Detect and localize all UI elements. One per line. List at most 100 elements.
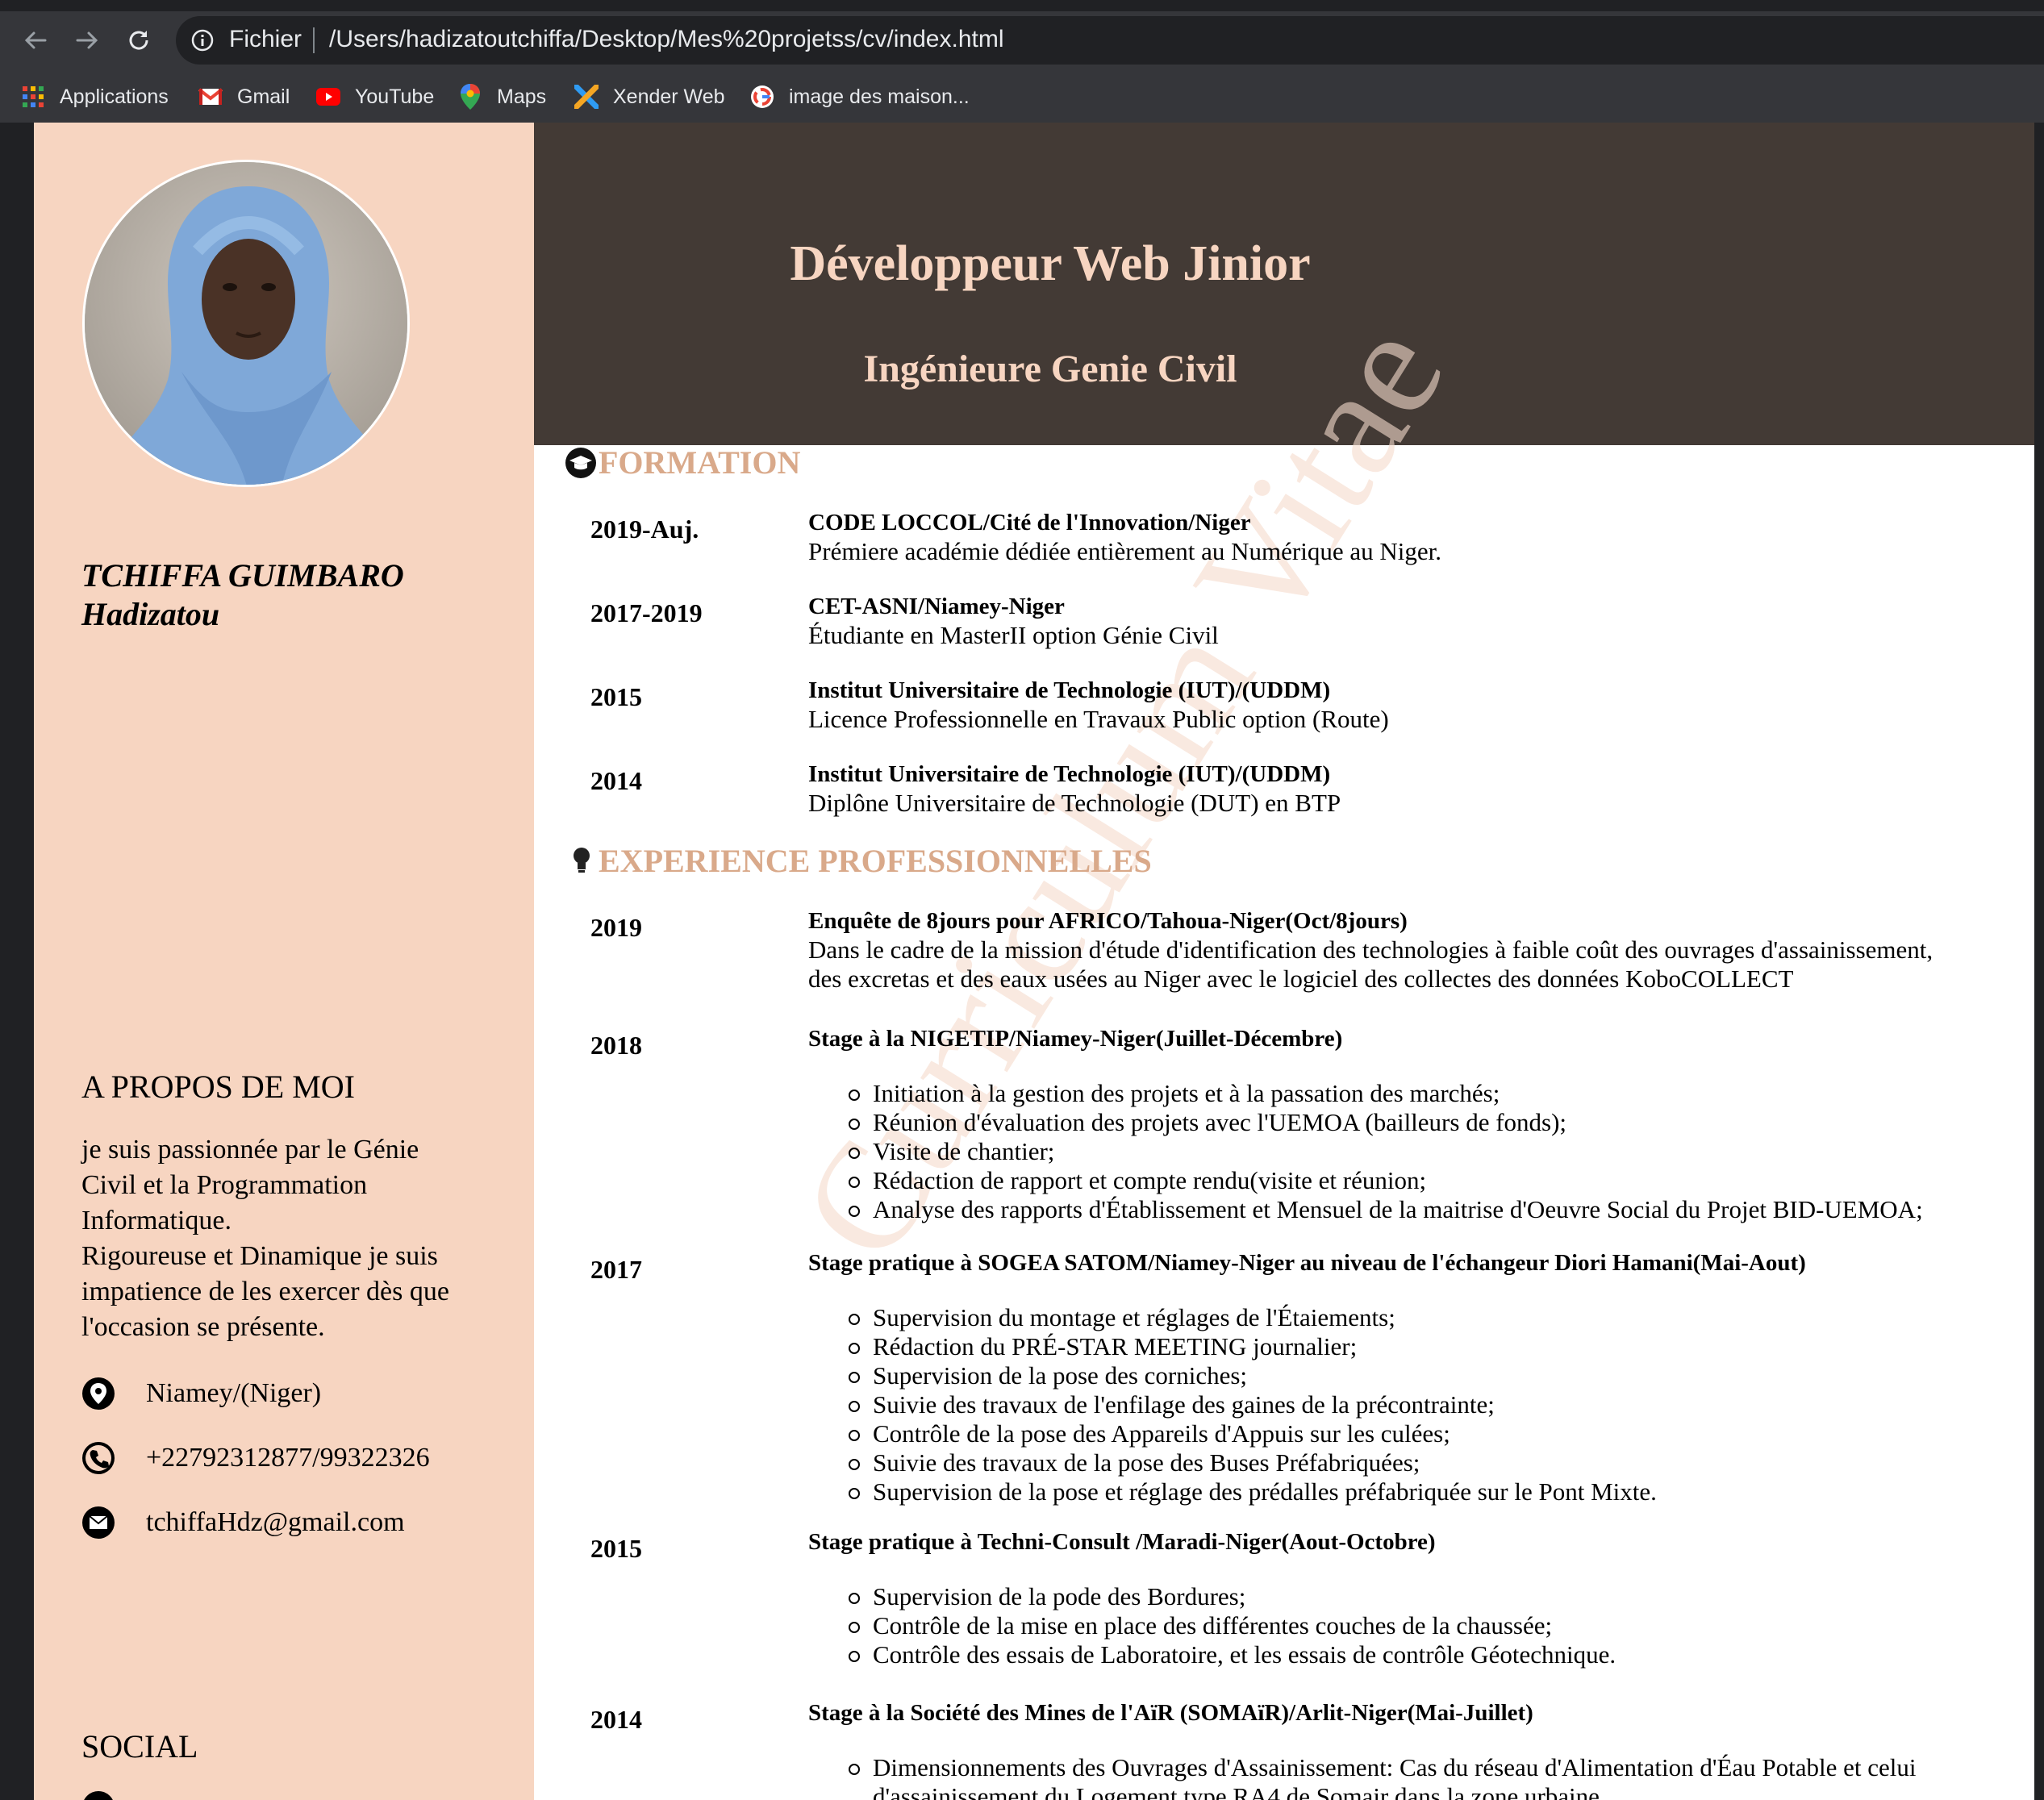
entry-year: 2015 xyxy=(590,682,642,711)
tab-strip-edge xyxy=(0,0,2044,11)
entry-head: Institut Universitaire de Technologie (I… xyxy=(808,677,1331,703)
task-list: Supervision du montage et réglages de l'… xyxy=(849,1303,2026,1506)
browser-chrome: Fichier /Users/hadizatoutchiffa/Desktop/… xyxy=(0,0,2044,123)
entry-year: 2015 xyxy=(590,1534,642,1563)
address-bar[interactable]: Fichier /Users/hadizatoutchiffa/Desktop/… xyxy=(176,16,2044,65)
bookmark-applications[interactable]: Applications xyxy=(21,81,169,113)
back-button[interactable] xyxy=(16,21,55,60)
entry-body: Stage à la Société des Mines de l'AïR (S… xyxy=(808,1698,2026,1800)
contact-phone-text: +22792312877/99322326 xyxy=(146,1443,430,1473)
list-item: Contrôle des essais de Laboratoire, et l… xyxy=(849,1640,2026,1669)
entry-head: Enquête de 8jours pour AFRICO/Tahoua-Nig… xyxy=(808,908,1408,934)
info-icon[interactable] xyxy=(190,28,215,52)
location-pin-icon xyxy=(82,1377,115,1410)
about-line: Informatique. xyxy=(81,1206,232,1235)
list-item: Suivie des travaux de l'enfilage des gai… xyxy=(849,1390,2026,1419)
bookmark-label: Xender Web xyxy=(613,85,725,108)
phone-icon xyxy=(82,1442,115,1474)
entry-body: Stage à la NIGETIP/Niamey-Niger(Juillet-… xyxy=(808,1024,2026,1224)
list-item: Supervision du montage et réglages de l'… xyxy=(849,1303,2026,1332)
entry-head: CODE LOCCOL/Cité de l'Innovation/Niger xyxy=(808,510,1251,535)
entry-body: Stage pratique à Techni-Consult /Maradi-… xyxy=(808,1527,2026,1669)
list-item: Dimensionnements des Ouvrages d'Assainis… xyxy=(849,1753,2026,1800)
list-item: Supervision de la pose et réglage des pr… xyxy=(849,1477,2026,1506)
list-item: Supervision de la pode des Bordures; xyxy=(849,1582,2026,1611)
list-item: Supervision de la pose des corniches; xyxy=(849,1361,2026,1390)
task-list: Dimensionnements des Ouvrages d'Assainis… xyxy=(849,1753,2026,1800)
social-icon[interactable] xyxy=(81,1790,115,1800)
envelope-icon xyxy=(82,1506,115,1539)
profile-photo xyxy=(85,162,407,485)
candidate-name-line2: Hadizatou xyxy=(81,596,220,632)
list-item: Visite de chantier; xyxy=(849,1137,2026,1166)
entry-desc: Dans le cadre de la mission d'étude d'id… xyxy=(808,935,1933,964)
page-title: Développeur Web Jinior xyxy=(790,236,1311,291)
contact-location-text: Niamey/(Niger) xyxy=(146,1378,322,1408)
omnibox-separator xyxy=(313,27,315,53)
contact-phone: +22792312877/99322326 xyxy=(81,1440,430,1476)
bookmark-label: Applications xyxy=(60,85,169,108)
bookmark-xender-web[interactable]: Xender Web xyxy=(574,81,725,113)
bookmarks-bar: Applications Gmail YouTube Maps Xender W… xyxy=(0,74,2044,116)
lightbulb-icon xyxy=(574,848,590,873)
entry-body: CET-ASNI/Niamey-Niger Étudiante en Maste… xyxy=(808,592,2026,650)
apps-grid-icon xyxy=(21,85,45,109)
gmail-icon xyxy=(198,85,223,109)
graduation-cap-icon xyxy=(565,448,596,478)
bookmark-maps[interactable]: Maps xyxy=(458,81,546,113)
reload-button[interactable] xyxy=(119,21,158,60)
bookmark-gmail[interactable]: Gmail xyxy=(198,81,290,113)
list-item: Réunion d'évaluation des projets avec l'… xyxy=(849,1108,2026,1137)
list-item: Contrôle de la pose des Appareils d'Appu… xyxy=(849,1419,2026,1448)
entry-head: Stage pratique à SOGEA SATOM/Niamey-Nige… xyxy=(808,1250,1806,1276)
page-viewport: Curriculum Vitae TCHIFFA GUIMBARO Hadiza… xyxy=(0,123,2044,1800)
candidate-name-line1: TCHIFFA GUIMBARO xyxy=(81,557,404,594)
bookmark-youtube[interactable]: YouTube xyxy=(316,81,434,113)
entry-year: 2014 xyxy=(590,1705,642,1734)
about-text: je suis passionnée par le Génie Civil et… xyxy=(81,1132,501,1345)
social-heading: SOCIAL xyxy=(81,1728,198,1765)
about-line: impatience de les exercer dès que xyxy=(81,1277,449,1306)
reload-icon xyxy=(129,31,148,50)
maps-pin-icon xyxy=(458,84,482,110)
about-line: je suis passionnée par le Génie xyxy=(81,1135,419,1165)
list-item: Contrôle de la mise en place des différe… xyxy=(849,1611,2026,1640)
contact-email[interactable]: tchiffaHdz@gmail.com xyxy=(81,1505,405,1540)
entry-year: 2014 xyxy=(590,766,642,795)
task-list: Supervision de la pode des Bordures; Con… xyxy=(849,1582,2026,1669)
task-list: Initiation à la gestion des projets et à… xyxy=(849,1079,2026,1224)
forward-button[interactable] xyxy=(68,21,106,60)
contact-email-text[interactable]: tchiffaHdz@gmail.com xyxy=(146,1507,405,1538)
about-line: Rigoureuse et Dinamique je suis xyxy=(81,1241,438,1271)
back-arrow-icon xyxy=(24,31,47,49)
list-item: Initiation à la gestion des projets et à… xyxy=(849,1079,2026,1108)
list-item: Rédaction de rapport et compte rendu(vis… xyxy=(849,1166,2026,1195)
about-line: l'occasion se présente. xyxy=(81,1312,325,1342)
entry-body: Stage pratique à SOGEA SATOM/Niamey-Nige… xyxy=(808,1248,2026,1506)
entry-body: Enquête de 8jours pour AFRICO/Tahoua-Nig… xyxy=(808,906,2026,994)
forward-arrow-icon xyxy=(76,31,98,49)
url-text[interactable]: /Users/hadizatoutchiffa/Desktop/Mes%20pr… xyxy=(329,26,1004,53)
entry-year: 2017-2019 xyxy=(590,598,703,627)
entry-desc: Licence Professionnelle en Travaux Publi… xyxy=(808,705,1389,733)
entry-head: Stage à la NIGETIP/Niamey-Niger(Juillet-… xyxy=(808,1026,1343,1052)
entry-desc: Prémiere académie dédiée entièrement au … xyxy=(808,537,1441,565)
list-item: Suivie des travaux de la pose des Buses … xyxy=(849,1448,2026,1477)
scheme-label: Fichier xyxy=(229,26,302,52)
entry-head: Stage à la Société des Mines de l'AïR (S… xyxy=(808,1700,1533,1726)
entry-year: 2017 xyxy=(590,1255,642,1284)
bookmark-image-des-maison[interactable]: image des maison... xyxy=(750,81,970,113)
avatar xyxy=(82,160,410,487)
xender-icon xyxy=(574,85,599,109)
entry-body: CODE LOCCOL/Cité de l'Innovation/Niger P… xyxy=(808,508,2026,566)
entry-head: CET-ASNI/Niamey-Niger xyxy=(808,594,1065,619)
entry-head: Institut Universitaire de Technologie (I… xyxy=(808,761,1331,787)
entry-body: Institut Universitaire de Technologie (I… xyxy=(808,760,2026,818)
entry-head: Stage pratique à Techni-Consult /Maradi-… xyxy=(808,1529,1436,1555)
youtube-icon xyxy=(316,85,340,109)
bookmark-label: YouTube xyxy=(355,85,435,108)
candidate-name: TCHIFFA GUIMBARO Hadizatou xyxy=(81,556,501,634)
contact-location: Niamey/(Niger) xyxy=(81,1376,321,1411)
experience-title: EXPERIENCE PROFESSIONNELLES xyxy=(599,843,1152,879)
entry-desc: Diplône Universitaire de Technologie (DU… xyxy=(808,789,1341,817)
